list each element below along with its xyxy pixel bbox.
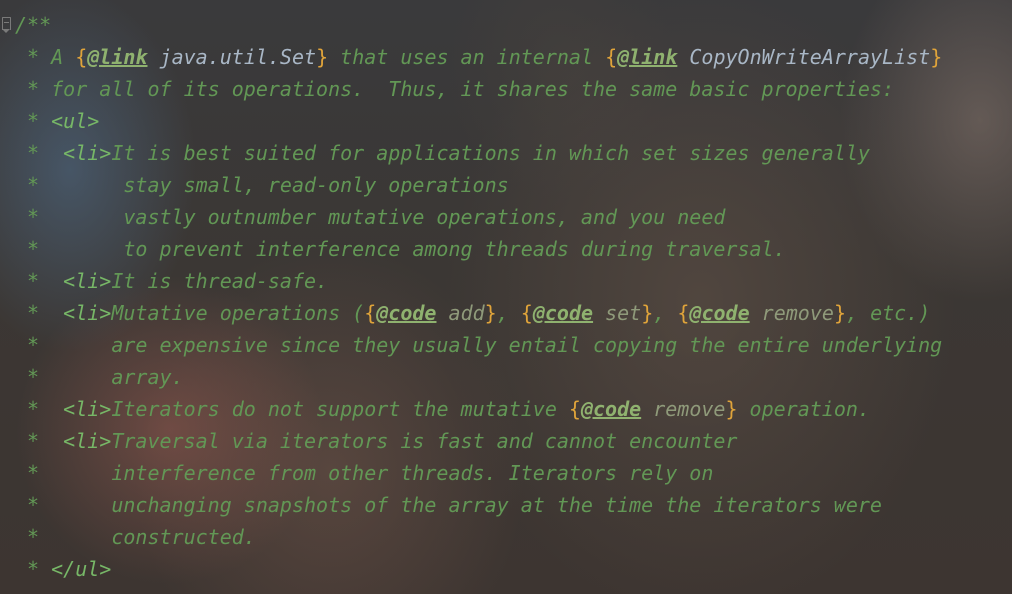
javadoc-tag: @code [532, 301, 594, 325]
code-editor[interactable]: /** * A {@link java.util.Set} that uses … [0, 0, 1012, 594]
code-line[interactable]: * interference from other threads. Itera… [15, 457, 942, 489]
comment-text: * [15, 429, 64, 453]
code-line[interactable]: * <li>It is best suited for applications… [15, 137, 942, 169]
comment-text: * [15, 141, 64, 165]
comment-text: that uses an internal [328, 45, 606, 69]
javadoc-tag: @code [689, 301, 750, 325]
comment-text: , [496, 301, 521, 325]
code-line[interactable]: * <li>It is thread-safe. [15, 265, 942, 297]
javadoc-tag: @code [376, 301, 437, 325]
code-line[interactable]: * are expensive since they usually entai… [15, 329, 942, 361]
comment-text: * constructed. [15, 525, 256, 549]
comment-text: operation. [737, 397, 870, 421]
code-reference: set [593, 301, 642, 325]
comment-text: Iterators do not support the mutative [111, 397, 569, 421]
javadoc-comment-block[interactable]: /** * A {@link java.util.Set} that uses … [15, 9, 942, 585]
code-line[interactable]: /** [15, 9, 942, 41]
fold-toggle-icon[interactable] [2, 17, 11, 33]
comment-text: * to prevent interference among threads … [15, 237, 786, 261]
code-line[interactable]: * array. [15, 361, 942, 393]
code-line[interactable]: * vastly outnumber mutative operations, … [15, 201, 942, 233]
code-reference: add [436, 301, 485, 325]
javadoc-tag: @code [580, 397, 642, 421]
code-line[interactable]: * </ul> [15, 553, 942, 585]
code-line[interactable]: * to prevent interference among threads … [15, 233, 942, 265]
html-tag: </ul> [51, 557, 112, 581]
comment-text: * [15, 557, 52, 581]
comment-text: It is best suited for applications in wh… [111, 141, 870, 165]
brace: { [568, 397, 581, 421]
brace: } [725, 397, 738, 421]
code-line[interactable]: * constructed. [15, 521, 942, 553]
brace: } [641, 301, 654, 325]
comment-text: * for all of its operations. Thus, it sh… [15, 77, 894, 101]
brace: } [930, 45, 943, 69]
comment-text: Mutative operations ( [111, 301, 365, 325]
brace: { [677, 301, 690, 325]
javadoc-tag: @link [617, 45, 678, 69]
comment-text: It is thread-safe. [111, 269, 329, 293]
comment-text: * stay small, read-only operations [15, 173, 509, 197]
brace: { [520, 301, 533, 325]
comment-text: Traversal via iterators is fast and cann… [111, 429, 738, 453]
html-tag: <li> [63, 141, 112, 165]
code-line[interactable]: * <ul> [15, 105, 942, 137]
editor-gutter [0, 0, 14, 594]
brace: } [484, 301, 497, 325]
html-tag: <ul> [51, 109, 100, 133]
comment-text: * unchanging snapshots of the array at t… [15, 493, 882, 517]
code-line[interactable]: * for all of its operations. Thus, it sh… [15, 73, 942, 105]
comment-text: * [15, 301, 64, 325]
link-reference: java.util.Set [147, 45, 317, 69]
comment-text: , etc.) [845, 301, 931, 325]
comment-text: * [15, 109, 52, 133]
comment-text: , [653, 301, 678, 325]
brace: { [75, 45, 88, 69]
html-tag: <li> [63, 429, 112, 453]
code-reference: remove [641, 397, 726, 421]
comment-text: * [15, 397, 64, 421]
brace: { [364, 301, 377, 325]
code-line[interactable]: * <li>Mutative operations ({@code add}, … [15, 297, 942, 329]
comment-text: * vastly outnumber mutative operations, … [15, 205, 726, 229]
html-tag: <li> [63, 301, 112, 325]
code-line[interactable]: * unchanging snapshots of the array at t… [15, 489, 942, 521]
brace: } [316, 45, 329, 69]
link-reference: CopyOnWriteArrayList [677, 45, 931, 69]
comment-text: * interference from other threads. Itera… [15, 461, 714, 485]
comment-text: * [15, 269, 64, 293]
code-reference: remove [749, 301, 834, 325]
comment-text: /** [15, 13, 52, 37]
code-line[interactable]: * <li>Traversal via iterators is fast an… [15, 425, 942, 457]
javadoc-tag: @link [87, 45, 148, 69]
html-tag: <li> [63, 269, 112, 293]
comment-text: * array. [15, 365, 184, 389]
code-line[interactable]: * A {@link java.util.Set} that uses an i… [15, 41, 942, 73]
html-tag: <li> [63, 397, 112, 421]
brace: } [833, 301, 846, 325]
comment-text: * A [15, 45, 76, 69]
brace: { [605, 45, 618, 69]
code-line[interactable]: * <li>Iterators do not support the mutat… [15, 393, 942, 425]
comment-text: * are expensive since they usually entai… [15, 333, 943, 357]
code-line[interactable]: * stay small, read-only operations [15, 169, 942, 201]
